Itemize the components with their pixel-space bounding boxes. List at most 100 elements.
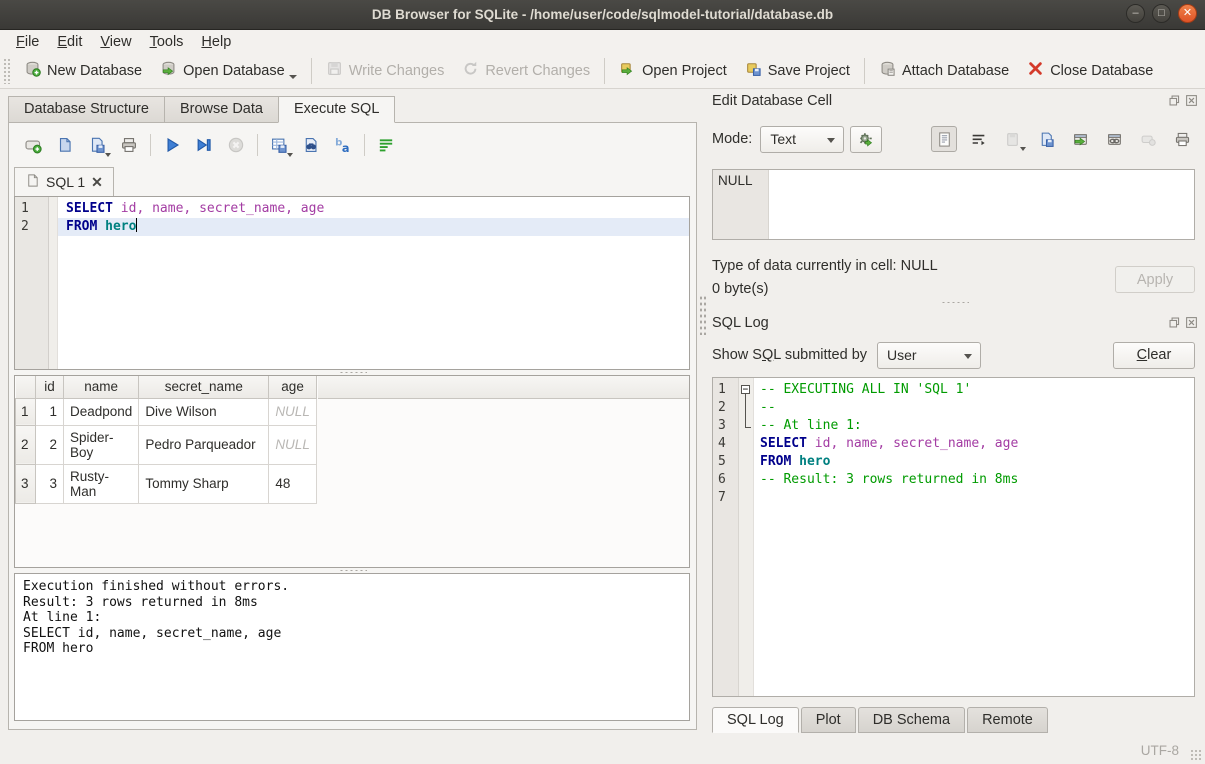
log-filter-select[interactable]: User (877, 342, 981, 369)
word-wrap-icon[interactable] (373, 132, 399, 158)
show-sql-filter-label: Show SQL submitted by (712, 347, 867, 363)
row-number-header[interactable] (16, 376, 36, 398)
write-changes-icon (326, 60, 343, 81)
row-number[interactable]: 3 (16, 464, 36, 503)
auto-mode-gear-icon[interactable] (850, 126, 882, 153)
line-number: 2 (718, 399, 738, 417)
menu-tools[interactable]: Tools (141, 33, 193, 51)
dropdown-caret-icon[interactable] (289, 75, 297, 79)
execute-all-icon[interactable] (159, 132, 185, 158)
dock-tab-db-schema[interactable]: DB Schema (858, 707, 965, 733)
sql-log-view[interactable]: 1234567 − -- EXECUTING ALL IN 'SQL 1'---… (712, 377, 1195, 697)
encoding-indicator[interactable]: UTF-8 (1141, 743, 1179, 758)
close-dock-icon[interactable] (1185, 94, 1198, 107)
statusbar: UTF-8 (0, 737, 1205, 764)
column-header-name[interactable]: name (64, 376, 139, 398)
toolbar-separator (604, 58, 605, 84)
table-cell[interactable]: 48 (269, 464, 317, 503)
sql-editor[interactable]: 12 SELECT id, name, secret_name, ageFROM… (14, 196, 690, 370)
attach-database-button[interactable]: Attach Database (870, 55, 1018, 86)
resize-grip[interactable] (1190, 749, 1202, 761)
float-dock-icon[interactable] (1168, 94, 1181, 107)
line-number: 3 (718, 417, 738, 435)
cell-edit-area[interactable] (769, 170, 1194, 239)
column-header-age[interactable]: age (269, 376, 317, 398)
table-cell[interactable]: Rusty-Man (64, 464, 139, 503)
table-cell[interactable]: Tommy Sharp (139, 464, 269, 503)
close-database-button[interactable]: Close Database (1018, 55, 1162, 86)
open-external-icon[interactable] (1067, 126, 1093, 152)
print-cell-icon[interactable] (1169, 126, 1195, 152)
editor-line-numbers: 12 (15, 197, 49, 369)
dock-tab-remote[interactable]: Remote (967, 707, 1048, 733)
toolbar-separator (150, 134, 151, 156)
close-tab-icon[interactable]: ✕ (91, 174, 103, 191)
dock-tab-plot[interactable]: Plot (801, 707, 856, 733)
find-in-sql-icon[interactable] (298, 132, 324, 158)
table-cell[interactable]: NULL (269, 425, 317, 464)
menu-edit[interactable]: Edit (48, 33, 91, 51)
sql-tab[interactable]: SQL 1 ✕ (14, 167, 114, 196)
toolbar-separator (257, 134, 258, 156)
close-database-icon (1027, 60, 1044, 81)
tab-database-structure[interactable]: Database Structure (8, 96, 164, 123)
execution-message: Execution finished without errors. Resul… (14, 573, 690, 721)
set-null-icon (1135, 126, 1161, 152)
save-project-button[interactable]: Save Project (736, 55, 859, 86)
table-cell[interactable]: Deadpond (64, 398, 139, 425)
results-table: idnamesecret_nameage11DeadpondDive Wilso… (15, 376, 317, 504)
revert-changes-icon (462, 60, 479, 81)
format-sql-icon[interactable]: ba (330, 132, 356, 158)
close-icon[interactable]: ✕ (1178, 4, 1197, 23)
cell-value-editor[interactable]: NULL (712, 169, 1195, 240)
dock2-splitter-handle[interactable] (705, 301, 1205, 306)
tab-browse-data[interactable]: Browse Data (164, 96, 278, 123)
new-sql-tab-icon[interactable] (20, 132, 46, 158)
table-cell[interactable]: 1 (36, 398, 64, 425)
maximize-icon[interactable]: □ (1152, 4, 1171, 23)
table-cell[interactable]: Dive Wilson (139, 398, 269, 425)
new-database-button[interactable]: New Database (15, 55, 151, 86)
clear-log-button[interactable]: Clear (1113, 342, 1195, 369)
float-dock-icon[interactable] (1168, 316, 1181, 329)
fold-marker-icon[interactable]: − (739, 381, 753, 399)
apply-button[interactable]: Apply (1115, 266, 1195, 293)
editor-code[interactable]: SELECT id, name, secret_name, ageFROM he… (58, 197, 689, 369)
text-document-icon[interactable] (931, 126, 957, 152)
print-icon[interactable] (116, 132, 142, 158)
row-number[interactable]: 2 (16, 425, 36, 464)
cell-editor-toolbar (931, 126, 1195, 152)
mode-select[interactable]: Text (760, 126, 844, 153)
row-number[interactable]: 1 (16, 398, 36, 425)
line-number: 5 (718, 453, 738, 471)
open-project-button[interactable]: Open Project (610, 55, 736, 86)
table-cell[interactable]: NULL (269, 398, 317, 425)
column-header-id[interactable]: id (36, 376, 64, 398)
close-dock-icon[interactable] (1185, 316, 1198, 329)
menu-view[interactable]: View (91, 33, 140, 51)
tab-execute-sql[interactable]: Execute SQL (278, 96, 395, 123)
column-header-secret_name[interactable]: secret_name (139, 376, 269, 398)
dock-tab-sql-log[interactable]: SQL Log (712, 707, 799, 733)
table-cell[interactable]: 2 (36, 425, 64, 464)
menu-help[interactable]: Help (192, 33, 240, 51)
sql-tab-bar: SQL 1 ✕ (14, 167, 114, 196)
sql-log-dock-buttons (1168, 316, 1198, 329)
table-cell[interactable]: 3 (36, 464, 64, 503)
word-wrap-cell-icon[interactable] (965, 126, 991, 152)
menu-file[interactable]: File (7, 33, 48, 51)
toolbar-grip-handle[interactable] (3, 58, 12, 84)
toolbar-separator (311, 58, 312, 84)
open-database-button[interactable]: Open Database (151, 55, 306, 86)
minimize-icon[interactable]: – (1126, 4, 1145, 23)
table-cell[interactable]: Spider-Boy (64, 425, 139, 464)
table-row: 33Rusty-ManTommy Sharp48 (16, 464, 317, 503)
export-data-icon[interactable] (1033, 126, 1059, 152)
save-sql-file-icon[interactable] (84, 132, 110, 158)
open-sql-file-icon[interactable] (52, 132, 78, 158)
save-results-icon[interactable] (266, 132, 292, 158)
web-link-icon[interactable] (1101, 126, 1127, 152)
execute-line-icon[interactable] (191, 132, 217, 158)
sql-file-icon (25, 173, 40, 191)
table-cell[interactable]: Pedro Parqueador (139, 425, 269, 464)
